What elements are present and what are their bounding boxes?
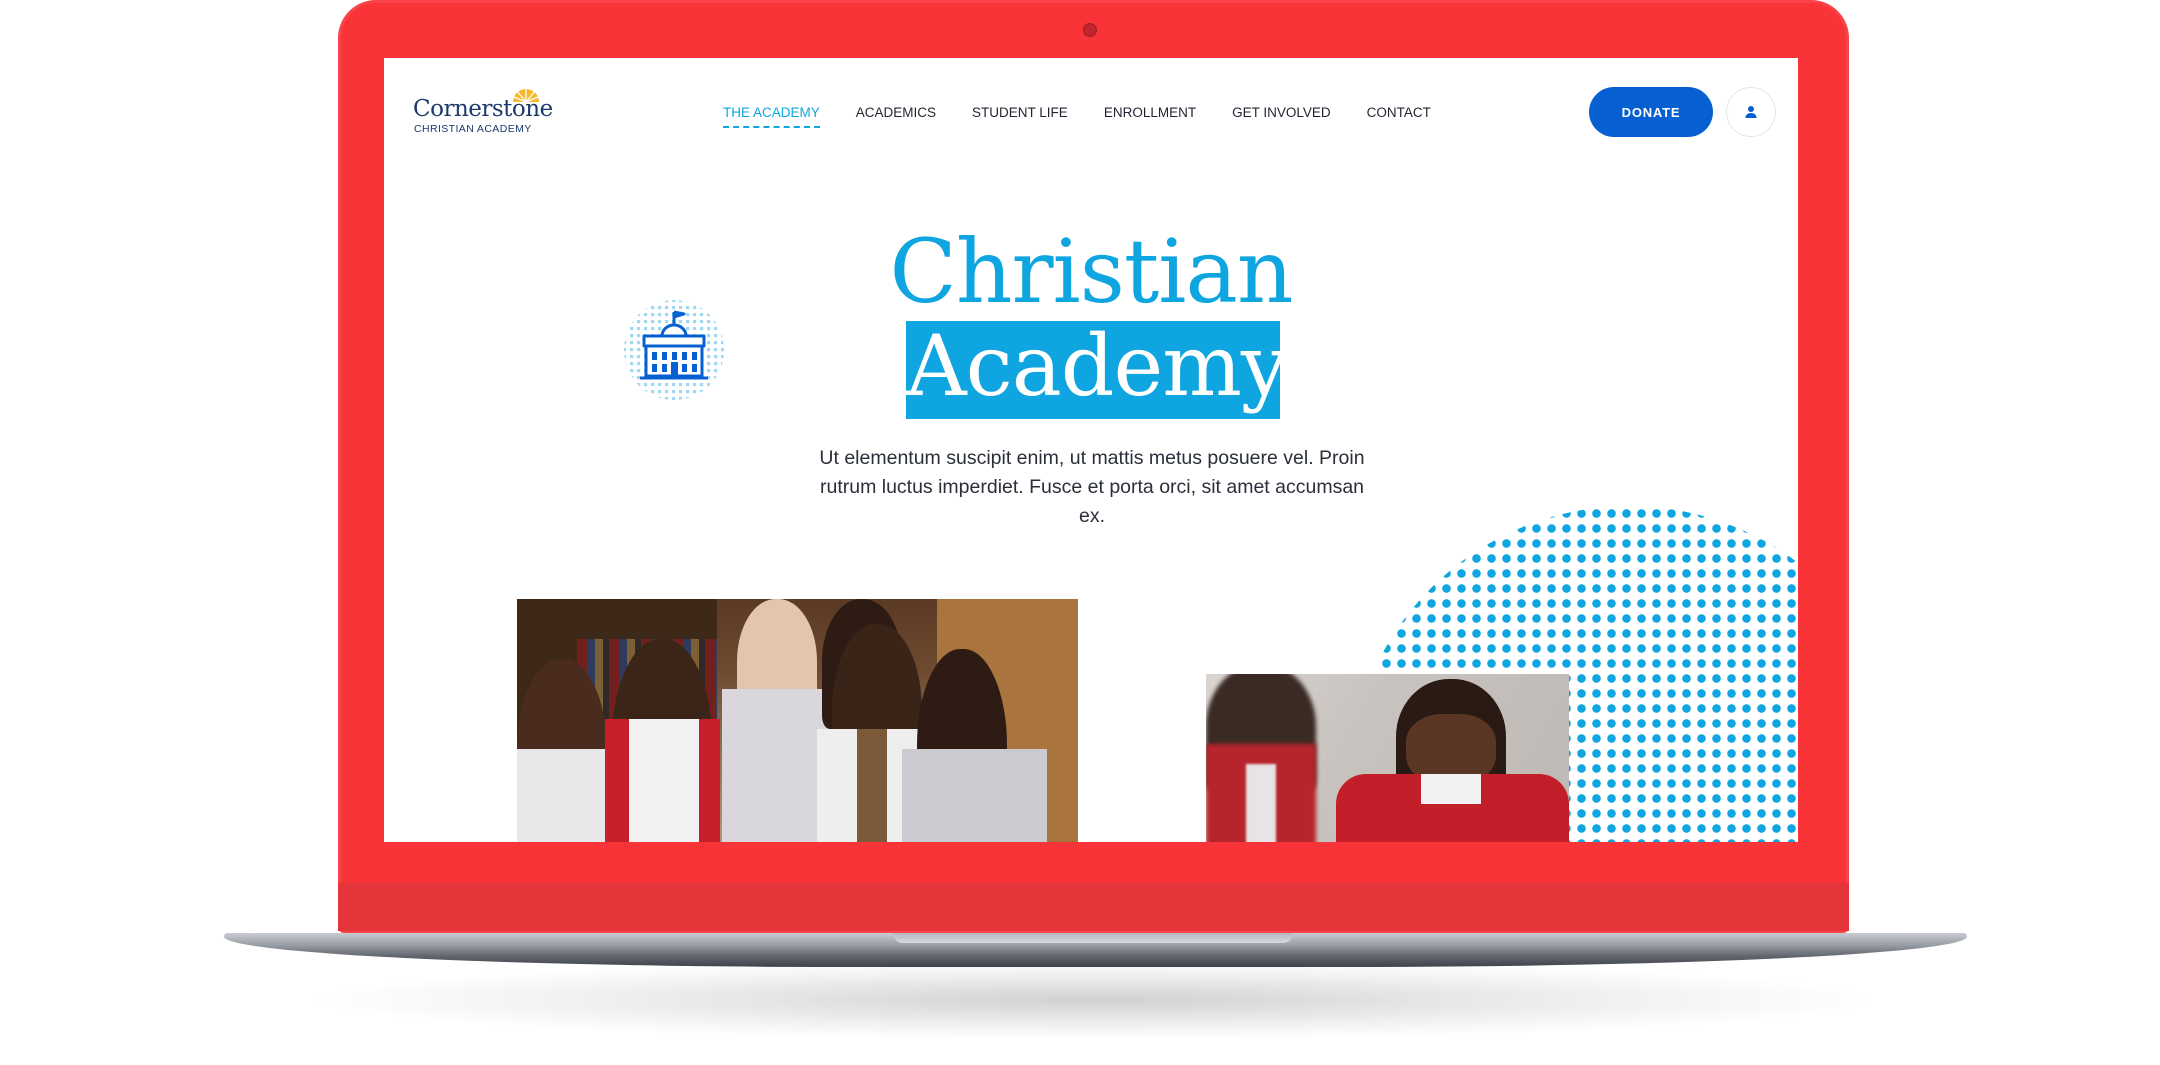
hero-title-line-2: Academy: [906, 317, 1288, 415]
nav-item-contact[interactable]: CONTACT: [1367, 105, 1431, 128]
laptop-shadow: [300, 960, 1890, 1040]
logo-tagline: CHRISTIAN ACADEMY: [414, 123, 532, 135]
user-icon: [1745, 106, 1757, 118]
students-group-photo: [517, 599, 1078, 842]
logo-wordmark: Cornerstone: [413, 96, 553, 122]
account-button[interactable]: [1726, 87, 1776, 137]
nav-item-student-life[interactable]: STUDENT LIFE: [972, 105, 1068, 128]
laptop-bezel-bottom: [338, 883, 1849, 931]
laptop-mockup: Cornerstone CHRISTIAN ACADEMY THE ACADEM…: [0, 0, 2160, 1065]
nav-item-the-academy[interactable]: THE ACADEMY: [723, 105, 820, 128]
laptop-hinge-notch: [893, 933, 1293, 943]
student-studying-photo: [1206, 674, 1569, 842]
website-screen: Cornerstone CHRISTIAN ACADEMY THE ACADEM…: [384, 58, 1798, 842]
hero-description: Ut elementum suscipit enim, ut mattis me…: [819, 447, 1365, 527]
main-navigation: THE ACADEMY ACADEMICS STUDENT LIFE ENROL…: [723, 105, 1467, 128]
camera-icon: [1083, 23, 1097, 37]
donate-button[interactable]: DONATE: [1589, 87, 1713, 137]
site-logo[interactable]: Cornerstone CHRISTIAN ACADEMY: [413, 84, 553, 135]
nav-item-academics[interactable]: ACADEMICS: [856, 105, 936, 128]
nav-item-get-involved[interactable]: GET INVOLVED: [1232, 105, 1331, 128]
nav-item-enrollment[interactable]: ENROLLMENT: [1104, 105, 1196, 128]
hero-title-line-1: Christian: [889, 220, 1293, 323]
